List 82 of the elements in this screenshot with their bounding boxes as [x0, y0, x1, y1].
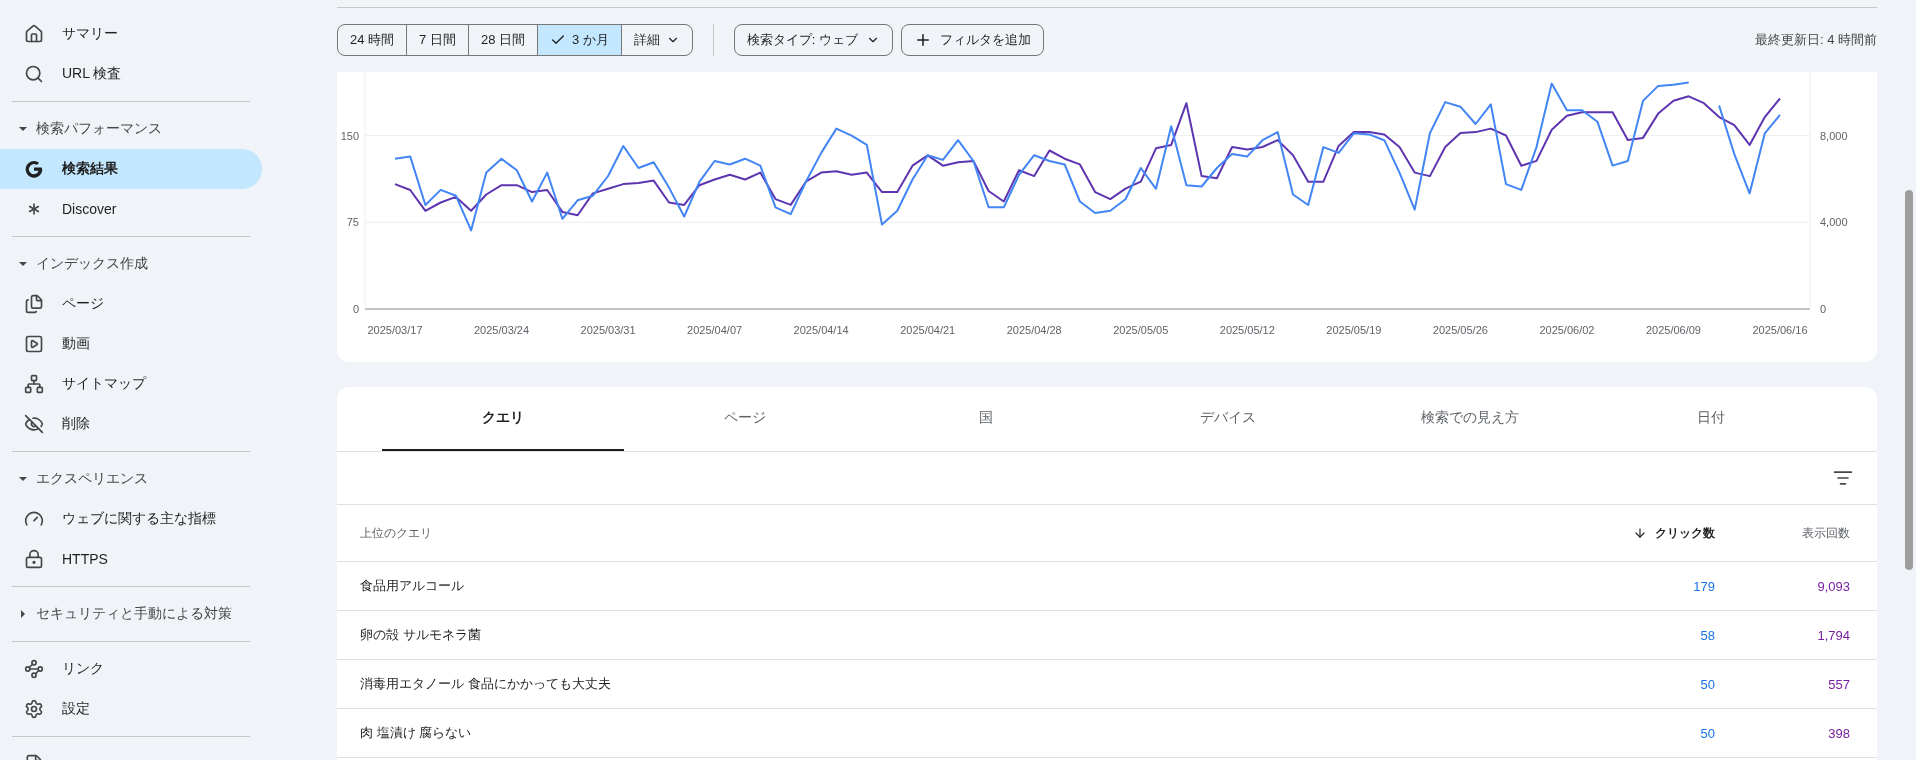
table-cell-text: 50 — [1699, 676, 1715, 692]
nav-section-header[interactable]: 検索パフォーマンス — [0, 109, 238, 149]
g-logo-icon — [24, 159, 44, 179]
axis-label: 2025/04/21 — [900, 324, 956, 336]
nav-item[interactable]: HTTPS — [0, 539, 262, 579]
video-icon — [24, 334, 44, 354]
lock-icon — [24, 549, 44, 569]
report-tab[interactable]: 検索での見え方 — [1348, 387, 1591, 451]
nav-item[interactable]: サマリー — [0, 14, 262, 54]
nav-item[interactable]: リンク — [0, 649, 262, 689]
axis-label: 150 — [340, 129, 359, 142]
report-tab[interactable]: クエリ — [382, 387, 624, 451]
caret-right-icon — [18, 609, 28, 619]
axis-label: 2025/03/24 — [474, 324, 530, 336]
search-icon — [24, 64, 44, 84]
nav-item[interactable]: サイトマップ — [0, 364, 262, 404]
table-cell-text: 卵の殻 サルモネラ菌 — [360, 626, 482, 644]
axis-label: 2025/05/26 — [1432, 324, 1488, 336]
axis-label: 2025/05/05 — [1113, 324, 1169, 336]
caret-down-icon — [18, 124, 28, 134]
filter-icon[interactable] — [1833, 468, 1853, 488]
add-filter-button[interactable]: フィルタを追加 — [901, 24, 1045, 56]
axis-label: 75 — [346, 216, 359, 229]
axis-label: 2025/06/09 — [1645, 324, 1701, 336]
nav-item[interactable]: 動画 — [0, 324, 262, 364]
nav-section-header[interactable]: エクスペリエンス — [0, 459, 238, 499]
table-cell-text: 9,093 — [1816, 578, 1850, 594]
table-cell-text: 消毒用エタノール 食品にかかっても大丈夫 — [360, 675, 612, 693]
table-cell-text: 179 — [1692, 578, 1715, 594]
axis-label: 2025/04/28 — [1006, 324, 1062, 336]
nav-section-header[interactable]: インデックス作成 — [0, 244, 238, 284]
nav-item[interactable]: URL 検査 — [0, 54, 262, 94]
nav-item[interactable]: Discover — [0, 189, 262, 229]
axis-label: 4,000 — [1820, 216, 1848, 229]
report-tab[interactable]: ページ — [623, 387, 866, 451]
column-header[interactable]: 表示回数 — [1715, 524, 1850, 542]
sitemap-icon — [24, 374, 44, 394]
nav-section-header[interactable]: セキュリティと手動による対策 — [0, 594, 238, 634]
report-tab[interactable]: デバイス — [1107, 387, 1349, 451]
date-range-button[interactable]: 3 か月 — [537, 25, 621, 55]
eye-off-icon — [24, 414, 44, 434]
table-cell-text: 398 — [1827, 725, 1850, 741]
axis-label: 2025/04/14 — [793, 324, 849, 336]
last-updated-text: 最終更新日: 4 時間前 — [1754, 31, 1877, 49]
link-tree-icon — [24, 659, 44, 679]
axis-label: 2025/03/31 — [580, 324, 636, 336]
nav-item[interactable]: 削除 — [0, 404, 262, 444]
axis-label: 0 — [352, 303, 359, 315]
table-cell-text: 50 — [1699, 725, 1715, 741]
axis-label: 2025/06/16 — [1752, 324, 1808, 336]
table-cell-text: 食品用アルコール — [360, 577, 465, 595]
caret-down-icon — [18, 259, 28, 269]
report-tab[interactable]: 日付 — [1590, 387, 1833, 451]
search-type-dropdown[interactable]: 検索タイプ: ウェブ — [733, 24, 894, 56]
axis-label: 8,000 — [1820, 129, 1848, 142]
caret-down-icon — [18, 474, 28, 484]
home-icon — [24, 24, 44, 44]
sort-arrow-icon — [1633, 526, 1647, 540]
nav-item[interactable]: 設定 — [0, 689, 262, 729]
axis-label: 2025/04/07 — [687, 324, 743, 336]
date-range-button[interactable]: 7 日間 — [406, 25, 468, 55]
date-range-button[interactable]: 24 時間 — [338, 25, 407, 55]
report-tab[interactable]: 国 — [865, 387, 1107, 451]
date-range-button[interactable]: 詳細 — [620, 25, 692, 55]
table-cell-text: 557 — [1827, 676, 1850, 692]
table-cell-text: 1,794 — [1816, 627, 1850, 643]
pages-icon — [24, 294, 44, 314]
column-header[interactable]: クリック数 — [1555, 524, 1715, 542]
nav-item[interactable]: ウェブに関する主な指標 — [0, 499, 262, 539]
nav-item[interactable]: 検索結果 — [0, 149, 262, 189]
axis-label: 2025/06/02 — [1539, 324, 1595, 336]
axis-label: 0 — [1820, 303, 1827, 315]
nav-item[interactable]: ページ — [0, 284, 262, 324]
gauge-icon — [24, 509, 44, 529]
scrollbar-thumb[interactable] — [1905, 190, 1913, 570]
table-cell-text: 58 — [1699, 627, 1715, 643]
settings-icon — [24, 699, 44, 719]
axis-label: 2025/05/12 — [1219, 324, 1275, 336]
axis-label: 2025/03/17 — [367, 324, 423, 336]
table-cell-text: 肉 塩漬け 腐らない — [360, 724, 473, 742]
column-header[interactable]: 上位のクエリ — [360, 524, 1555, 542]
axis-label: 2025/05/19 — [1326, 324, 1382, 336]
